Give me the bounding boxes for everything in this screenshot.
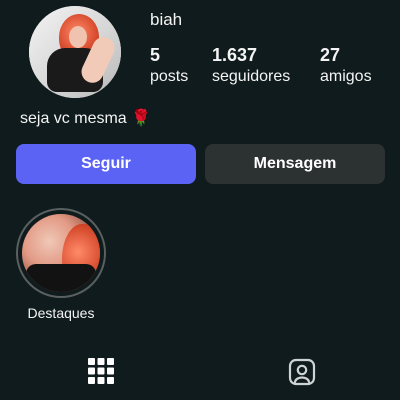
posts-label: posts [150, 68, 189, 85]
message-button[interactable]: Mensagem [205, 144, 385, 184]
highlight-top [26, 264, 96, 292]
friends-count: 27 [320, 45, 341, 65]
username: biah [150, 10, 183, 29]
highlight-label: Destaques [27, 305, 95, 321]
rose-emoji-icon: 🌹 [131, 110, 152, 127]
grid-icon[interactable] [88, 358, 114, 384]
profile-avatar[interactable] [29, 6, 121, 98]
posts-count: 5 [150, 45, 161, 65]
highlight-cover[interactable] [22, 214, 100, 292]
bio: seja vc mesma 🌹 [20, 108, 151, 128]
followers-stat[interactable]: 1.637 seguidores [212, 45, 290, 87]
friends-stat[interactable]: 27 amigos [320, 45, 372, 87]
tagged-icon[interactable] [288, 358, 316, 386]
followers-label: seguidores [212, 68, 291, 85]
follow-button[interactable]: Seguir [16, 144, 196, 184]
posts-stat[interactable]: 5 posts [150, 45, 188, 87]
bio-text: seja vc mesma [20, 110, 127, 127]
followers-count: 1.637 [212, 45, 258, 65]
friends-label: amigos [320, 68, 372, 85]
avatar-face [69, 26, 87, 48]
